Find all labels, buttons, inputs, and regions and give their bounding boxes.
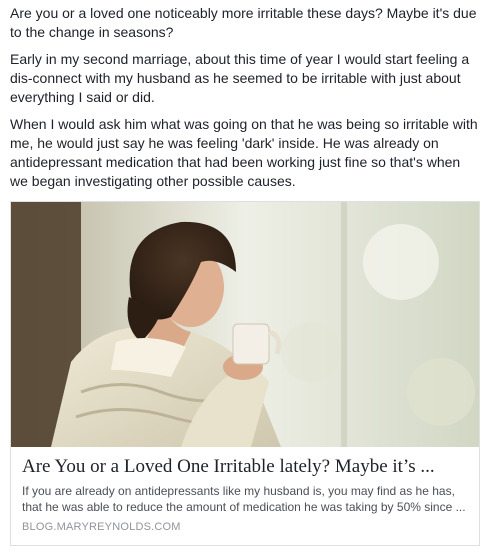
link-preview-card[interactable]: Are You or a Loved One Irritable lately?…	[10, 201, 480, 546]
facebook-post: Are you or a loved one noticeably more i…	[0, 0, 489, 554]
post-paragraph-1: Are you or a loved one noticeably more i…	[10, 5, 477, 40]
link-preview-title[interactable]: Are You or a Loved One Irritable lately?…	[22, 456, 468, 478]
link-preview-domain: BLOG.MARYREYNOLDS.COM	[22, 521, 181, 533]
post-paragraph-2: Early in my second marriage, about this …	[10, 51, 470, 105]
post-text: Are you or a loved one noticeably more i…	[10, 4, 479, 191]
link-preview-image[interactable]	[11, 202, 479, 447]
link-preview-body: Are You or a Loved One Irritable lately?…	[11, 447, 479, 542]
link-preview-description: If you are already on antidepressants li…	[22, 484, 466, 514]
post-paragraph-3: When I would ask him what was going on t…	[10, 116, 478, 189]
woman-with-mug-photo	[11, 202, 479, 447]
